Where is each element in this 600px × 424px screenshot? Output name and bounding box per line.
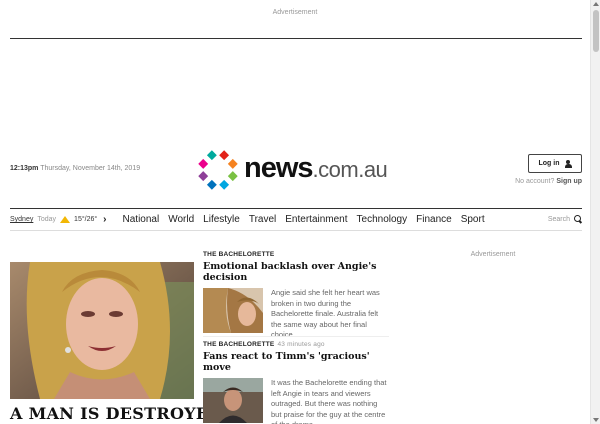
logo-dot: [227, 158, 238, 169]
nav-item-technology[interactable]: Technology: [357, 214, 408, 225]
weather-widget[interactable]: Sydney Today 15°/26° ›: [10, 214, 123, 225]
nav-item-finance[interactable]: Finance: [416, 214, 452, 225]
scroll-thumb[interactable]: [593, 10, 599, 52]
story-summary: Angie said she felt her heart was broken…: [271, 288, 380, 340]
logo-dot: [198, 158, 209, 169]
story-timestamp: 43 minutes ago: [277, 341, 325, 348]
top-advertisement-label: Advertisement: [272, 9, 318, 16]
search-label: Search: [547, 215, 570, 223]
nav-item-sport[interactable]: Sport: [461, 214, 485, 225]
story-kicker-text: THE BACHELORETTE: [203, 251, 275, 258]
story-thumbnail[interactable]: [203, 378, 263, 423]
nav-item-lifestyle[interactable]: Lifestyle: [203, 214, 240, 225]
story-body: Angie said she felt her heart was broken…: [203, 288, 389, 341]
logo-dot: [227, 171, 238, 182]
site-logo[interactable]: news.com.au: [196, 148, 396, 192]
no-account-line: No account? Sign up: [500, 178, 582, 185]
nav-bottom-divider: [10, 230, 582, 231]
story-item[interactable]: THE BACHELORETTE 43 minutes ago Fans reac…: [203, 341, 389, 424]
story-divider: [203, 336, 389, 337]
story-item[interactable]: THE BACHELORETTE Emotional backlash over…: [203, 251, 389, 341]
logo-main-text: news: [244, 152, 314, 184]
logo-dot: [206, 150, 217, 161]
logo-domain-text: .com.au: [312, 157, 388, 182]
story-kicker: THE BACHELORETTE: [203, 251, 389, 258]
top-divider: [10, 38, 582, 39]
nav-links: National World Lifestyle Travel Entertai…: [123, 214, 485, 225]
story-summary: It was the Bachelorette ending that left…: [271, 378, 387, 424]
current-date: Thursday, November 14th, 2019: [40, 165, 141, 172]
nav-item-travel[interactable]: Travel: [249, 214, 276, 225]
page-scrollbar[interactable]: [590, 0, 600, 424]
weather-temps: 15°/26°: [74, 216, 98, 223]
nav-item-entertainment[interactable]: Entertainment: [285, 214, 347, 225]
current-time: 12:13pm: [10, 165, 39, 172]
story-kicker-text: THE BACHELORETTE: [203, 341, 275, 348]
scroll-down-icon[interactable]: [593, 418, 599, 422]
weather-city[interactable]: Sydney: [10, 216, 33, 223]
right-advertisement-label: Advertisement: [470, 251, 516, 258]
lead-story-title[interactable]: A MAN IS DESTROYED:: [10, 404, 229, 423]
scroll-up-icon[interactable]: [593, 2, 599, 6]
logo-wordmark: news.com.au: [244, 152, 388, 185]
logo-dots-icon: [198, 150, 238, 190]
date-line: 12:13pm Thursday, November 14th, 2019: [10, 165, 140, 172]
nav-item-world[interactable]: World: [168, 214, 194, 225]
logo-dot: [219, 179, 230, 190]
story-thumbnail[interactable]: [203, 288, 263, 333]
no-account-text: No account?: [515, 178, 555, 185]
chevron-right-icon[interactable]: ›: [103, 214, 106, 225]
story-kicker: THE BACHELORETTE 43 minutes ago: [203, 341, 389, 348]
login-button[interactable]: Log in: [528, 154, 582, 173]
story-body: It was the Bachelorette ending that left…: [203, 378, 389, 424]
sun-icon: [60, 216, 71, 223]
signup-link[interactable]: Sign up: [556, 178, 582, 185]
story-headline[interactable]: Emotional backlash over Angie's decision: [203, 261, 389, 283]
search-control[interactable]: Search: [548, 215, 582, 223]
logo-dot: [206, 179, 217, 190]
weather-day: Today: [37, 216, 57, 223]
main-nav: Sydney Today 15°/26° › National World Li…: [10, 209, 582, 230]
logo-dot: [198, 171, 209, 182]
login-label: Log in: [538, 160, 560, 167]
story-headline[interactable]: Fans react to Timm's 'gracious' move: [203, 351, 389, 373]
search-icon[interactable]: [574, 215, 582, 223]
user-icon: [564, 159, 572, 168]
nav-item-national[interactable]: National: [123, 214, 160, 225]
lead-story-image[interactable]: [10, 262, 194, 399]
logo-dot: [219, 150, 230, 161]
